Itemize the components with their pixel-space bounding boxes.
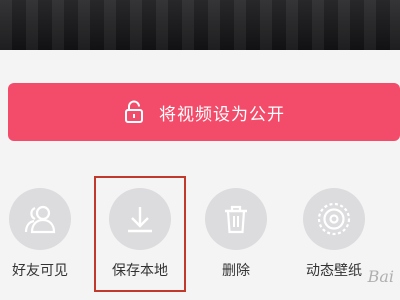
highlight-annotation-box [94, 176, 186, 292]
dynamic-wallpaper-icon [317, 202, 351, 236]
friends-visible-label: 好友可见 [12, 263, 68, 279]
dynamic-wallpaper-action[interactable]: 动态壁纸 [294, 186, 374, 280]
unlock-icon [125, 100, 143, 123]
share-sheet-screen: 将视频设为公开 好友可见 保存本地 删除 动态壁纸 Bai [0, 0, 400, 300]
delete-label: 删除 [222, 263, 250, 279]
friends-visible-action[interactable]: 好友可见 [0, 186, 80, 280]
watermark: Bai [367, 267, 394, 286]
dynamic-wallpaper-label: 动态壁纸 [306, 263, 362, 279]
dynamic-wallpaper-button[interactable] [303, 188, 365, 250]
delete-button[interactable] [205, 188, 267, 250]
video-preview-backdrop [0, 0, 400, 50]
delete-action[interactable]: 删除 [196, 186, 276, 280]
friends-icon [24, 205, 56, 234]
make-video-public-button[interactable]: 将视频设为公开 [8, 83, 400, 141]
trash-icon [225, 205, 247, 234]
friends-visible-button[interactable] [9, 188, 71, 250]
make-video-public-label: 将视频设为公开 [159, 104, 285, 125]
action-row: 好友可见 保存本地 删除 动态壁纸 [0, 186, 400, 286]
